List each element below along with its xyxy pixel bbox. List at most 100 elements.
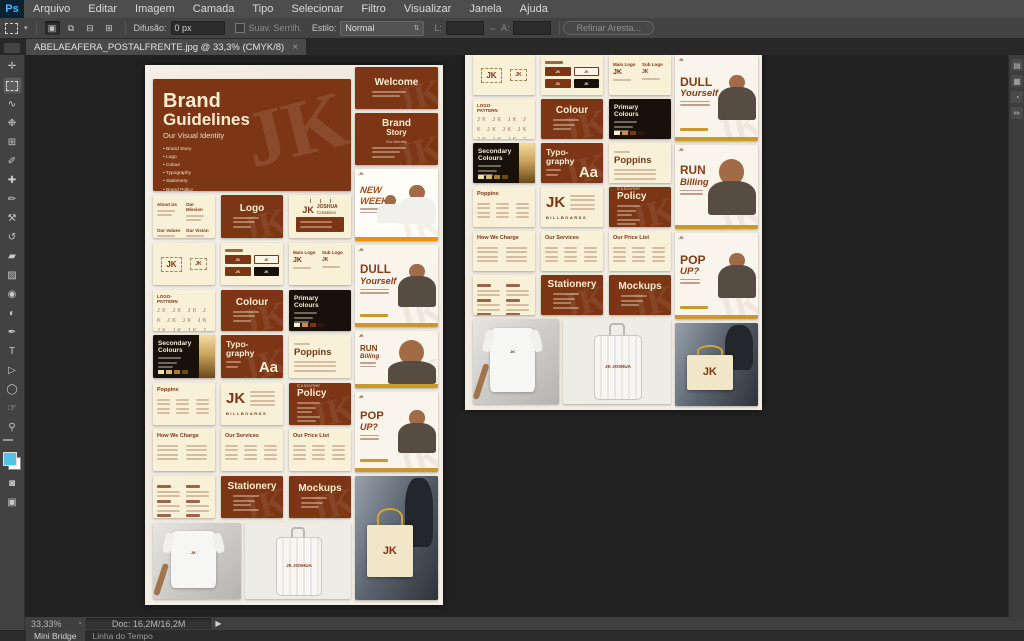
brush-tool[interactable]: ✏ [3, 191, 22, 208]
type-tool[interactable]: T [3, 343, 22, 360]
path-selection-tool[interactable]: ▷ [3, 362, 22, 379]
new-selection-icon[interactable]: ▣ [45, 21, 60, 35]
close-icon[interactable]: × [292, 42, 298, 53]
poster-footer-strip [675, 225, 758, 229]
menu-editar[interactable]: Editar [79, 1, 126, 17]
logo-chip: JK [574, 67, 600, 76]
text-line [506, 284, 520, 287]
bottom-tab-mini-bridge[interactable]: Mini Bridge [26, 630, 85, 641]
width-input[interactable] [446, 21, 484, 35]
tile-title: Policy [297, 388, 326, 400]
tab-bar-corner-icon[interactable] [4, 43, 20, 53]
refine-edge-button[interactable]: Refinar Aresta... [563, 21, 654, 35]
link-dimensions-icon[interactable]: ⇔ [488, 23, 497, 33]
antialias-checkbox[interactable] [235, 23, 245, 33]
text-line [477, 260, 498, 262]
rectangular-marquee-tool[interactable] [3, 77, 22, 94]
pay-policy-tile [153, 476, 215, 518]
poster-title: RUNBilling [680, 165, 709, 195]
typography-tile: JKTypo-graphyAa [541, 143, 603, 183]
menu-ajuda[interactable]: Ajuda [511, 1, 557, 17]
menu-tipo[interactable]: Tipo [243, 1, 282, 17]
canvas[interactable]: JKBrandGuidelinesOur Visual Identity• Br… [25, 55, 1008, 617]
text-line [226, 361, 241, 363]
text-line [372, 147, 407, 149]
hand-tool[interactable]: ☞ [3, 400, 22, 417]
poster-title-line: RUN [680, 165, 709, 177]
panel-icon-adjustments[interactable]: ◔ [1011, 91, 1023, 103]
shirt-logo: JK [490, 349, 535, 354]
healing-brush-tool[interactable]: ✚ [3, 172, 22, 189]
poster-title-line: Billing [360, 353, 379, 360]
tile-title: Welcome [375, 77, 419, 89]
poster-footer-strip [355, 468, 438, 472]
panel-icon-swatches[interactable]: ▦ [1011, 75, 1023, 87]
logo-chip: JK [545, 79, 571, 88]
colour-tile: JKColour [541, 99, 603, 139]
menu-imagem[interactable]: Imagem [126, 1, 184, 17]
hero-title: Brand [163, 91, 341, 111]
pen-tool[interactable]: ✒ [3, 324, 22, 341]
screen-mode-button[interactable]: ▣ [3, 494, 22, 511]
text-line [186, 505, 209, 507]
zoom-level-field[interactable]: 33,33% [31, 619, 73, 629]
feather-input[interactable] [171, 21, 225, 35]
text-line [294, 370, 336, 372]
lasso-tool[interactable]: ∿ [3, 96, 22, 113]
run-tile: JKJKRUNBilling [355, 331, 438, 388]
panel-icon-history[interactable]: ▤ [1011, 59, 1023, 71]
history-brush-tool[interactable]: ↺ [3, 229, 22, 246]
secondary-tile: SecondaryColours [473, 143, 535, 183]
text-line [584, 260, 597, 262]
gradient-tool[interactable]: ▨ [3, 267, 22, 284]
document-tab[interactable]: ABELAEAFERA_POSTALFRENTE.jpg @ 33,3% (CM… [26, 39, 306, 55]
default-colors-icon[interactable] [3, 439, 13, 448]
quick-selection-tool[interactable]: ❉ [3, 115, 22, 132]
status-flyout-arrow-icon[interactable]: ▶ [215, 619, 221, 628]
blur-tool[interactable]: ◉ [3, 286, 22, 303]
subtract-from-selection-icon[interactable]: ⊟ [83, 21, 98, 35]
text-line [157, 449, 178, 451]
text-line [157, 510, 180, 512]
mockups-tile: JKMockups [289, 476, 351, 518]
quick-mask-button[interactable]: ◙ [3, 475, 22, 492]
text-line [301, 497, 327, 499]
eyedropper-tool[interactable]: ✐ [3, 153, 22, 170]
text-line [360, 438, 379, 440]
height-input[interactable] [513, 21, 551, 35]
text-line [300, 226, 331, 228]
crop-tool[interactable]: ⊞ [3, 134, 22, 151]
divider [125, 21, 126, 35]
tile-title: Primary [614, 104, 666, 111]
eraser-tool[interactable]: ▰ [3, 248, 22, 265]
tool-preset-picker[interactable]: ▾ [5, 23, 28, 34]
menu-camada[interactable]: Camada [184, 1, 244, 17]
poster-logo: JK [679, 58, 683, 62]
dodge-tool[interactable]: ◐ [3, 305, 22, 322]
foreground-color-swatch[interactable] [3, 452, 17, 466]
intersect-selection-icon[interactable]: ⊞ [102, 21, 117, 35]
poster-footer-strip [675, 137, 758, 141]
zoom-tool[interactable]: ⚲ [3, 419, 22, 436]
text-line [196, 412, 209, 414]
menu-janela[interactable]: Janela [460, 1, 510, 17]
text-line [233, 504, 250, 506]
how-we-charge-tile: How We Charge [473, 231, 535, 271]
panel-icon-brush[interactable]: ✏ [1011, 107, 1023, 119]
ellipse-shape-tool[interactable]: ◯ [3, 381, 22, 398]
menu-filtro[interactable]: Filtro [352, 1, 394, 17]
poster-logo: JK [359, 334, 363, 338]
poster-title-line: RUN [360, 345, 379, 353]
menu-arquivo[interactable]: Arquivo [24, 1, 79, 17]
bottom-tab-linha-do-tempo[interactable]: Linha do Tempo [85, 630, 161, 641]
menu-selecionar[interactable]: Selecionar [282, 1, 352, 17]
add-to-selection-icon[interactable]: ⧉ [64, 21, 79, 35]
move-tool[interactable]: ✛ [3, 58, 22, 75]
clone-stamp-tool[interactable]: ⚒ [3, 210, 22, 227]
menu-visualizar[interactable]: Visualizar [395, 1, 461, 17]
text-line [332, 454, 345, 456]
text-line [516, 212, 529, 214]
text-line [506, 309, 529, 311]
text-line [186, 219, 201, 221]
style-dropdown[interactable]: Normal ⇅ [340, 21, 424, 36]
